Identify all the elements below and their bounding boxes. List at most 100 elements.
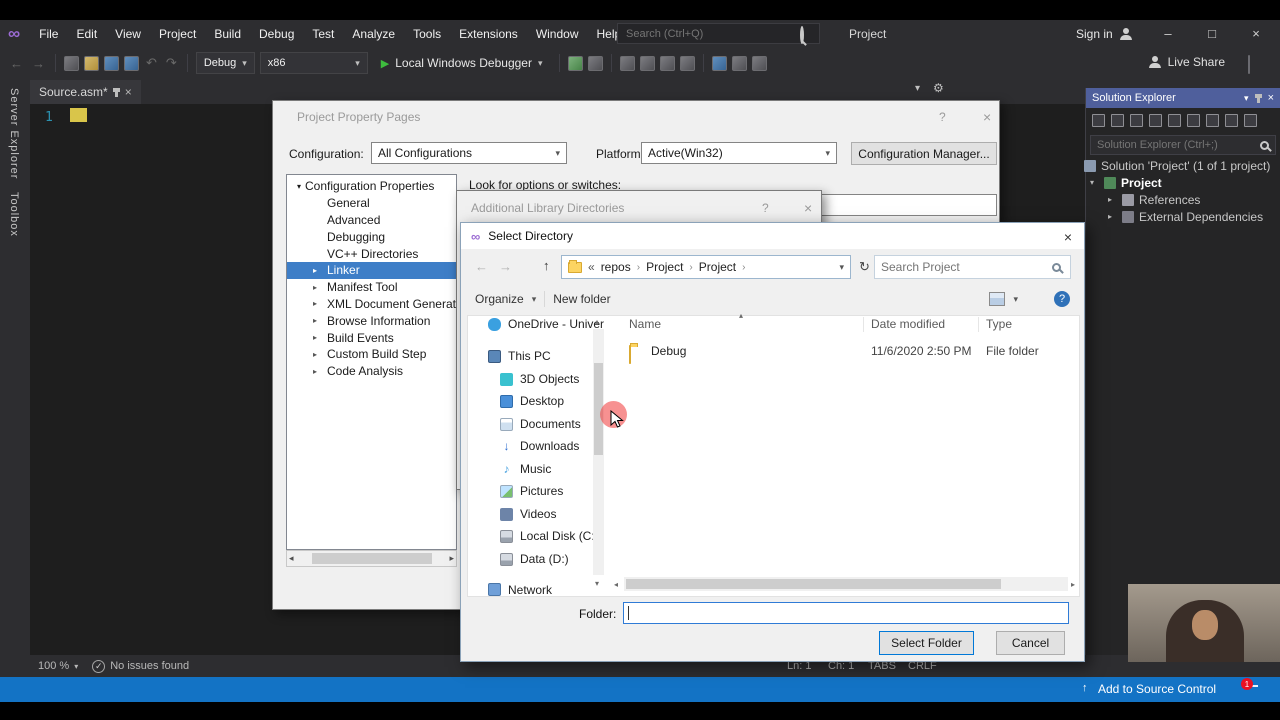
menu-window[interactable]: Window (527, 20, 588, 48)
bookmark-icon[interactable] (711, 55, 727, 71)
expanded-icon[interactable]: ▾ (1090, 178, 1099, 187)
menu-project[interactable]: Project (150, 20, 205, 48)
menu-file[interactable]: File (30, 20, 67, 48)
scrollbar-thumb[interactable] (311, 553, 432, 564)
tree-node-configuration-properties[interactable]: ▾ Configuration Properties (287, 178, 456, 195)
tree-node-manifest-tool[interactable]: ▸ Manifest Tool (287, 279, 456, 296)
collapsed-icon[interactable]: ▸ (313, 283, 317, 292)
close-button[interactable]: × (1234, 20, 1278, 48)
pin-icon[interactable] (1254, 93, 1262, 103)
navigate-forward-icon[interactable]: → (30, 56, 47, 71)
toolbox-tab[interactable]: Toolbox (8, 192, 20, 237)
outdent-icon[interactable] (679, 55, 695, 71)
close-dialog-icon[interactable]: × (1064, 229, 1072, 245)
change-view-icon[interactable] (989, 292, 1006, 306)
collapsed-icon[interactable]: ▸ (313, 367, 317, 376)
back-icon[interactable] (1092, 114, 1105, 127)
redo-icon[interactable]: ↷ (164, 55, 179, 71)
refresh-icon[interactable]: ↻ (859, 259, 870, 275)
configuration-dropdown[interactable]: All Configurations ▾ (371, 142, 567, 164)
quick-search-input[interactable] (617, 23, 820, 44)
folder-input[interactable] (623, 602, 1069, 624)
up-one-level-icon[interactable]: ↑ (543, 258, 550, 273)
collapsed-icon[interactable]: ▸ (313, 316, 317, 325)
collapsed-icon[interactable]: ▸ (1108, 195, 1117, 204)
attach-process-icon[interactable] (567, 55, 583, 71)
project-node[interactable]: ▾ Project (1086, 174, 1280, 191)
address-breadcrumb[interactable]: « repos › Project › Project › ▾ (561, 255, 851, 279)
menu-edit[interactable]: Edit (67, 20, 106, 48)
gear-icon[interactable]: ⚙ (933, 81, 944, 95)
document-tab[interactable]: Source.asm* × (30, 80, 141, 104)
collapsed-icon[interactable]: ▸ (313, 333, 317, 342)
platform-dropdown[interactable]: Active(Win32) ▾ (641, 142, 837, 164)
tree-node-debugging[interactable]: Debugging (287, 228, 456, 245)
feedback-icon[interactable] (1248, 55, 1250, 74)
close-dialog-icon[interactable]: × (804, 200, 812, 216)
forward-icon[interactable]: → (499, 259, 512, 274)
collapsed-icon[interactable]: ▸ (313, 266, 317, 275)
new-project-icon[interactable] (64, 55, 79, 71)
nav-item-desktop[interactable]: Desktop (500, 394, 564, 408)
properties-icon[interactable] (1244, 114, 1257, 127)
nav-item-this-pc[interactable]: This PC (488, 349, 551, 363)
solution-node[interactable]: Solution 'Project' (1 of 1 project) (1080, 157, 1280, 174)
expanded-icon[interactable]: ▾ (297, 182, 301, 191)
solution-explorer-header[interactable]: Solution Explorer ▾ × (1086, 88, 1280, 108)
close-dialog-icon[interactable]: × (983, 109, 991, 125)
collapsed-icon[interactable]: ▸ (1108, 212, 1117, 221)
add-to-source-control-button[interactable]: Add to Source Control (1098, 682, 1216, 696)
cancel-button[interactable]: Cancel (996, 631, 1065, 655)
zoom-level[interactable]: 100 % (38, 660, 69, 672)
nav-item-data-d[interactable]: Data (D:) (500, 552, 569, 566)
menu-analyze[interactable]: Analyze (343, 20, 404, 48)
breadcrumb-overflow-icon[interactable]: « (588, 260, 595, 274)
nav-item-downloads[interactable]: ↓ Downloads (500, 439, 580, 453)
nav-item-documents[interactable]: Documents (500, 417, 581, 431)
switch-views-icon[interactable] (1130, 114, 1143, 127)
breadcrumb-project[interactable]: Project (646, 260, 683, 274)
menu-test[interactable]: Test (303, 20, 343, 48)
pending-changes-filter-icon[interactable] (1149, 114, 1162, 127)
nav-item-3d-objects[interactable]: 3D Objects (500, 372, 579, 386)
save-all-icon[interactable] (124, 55, 139, 71)
nav-item-music[interactable]: ♪ Music (500, 462, 552, 476)
tree-node-browse-information[interactable]: ▸ Browse Information (287, 312, 456, 329)
scrollbar-thumb[interactable] (626, 579, 1001, 589)
menu-view[interactable]: View (106, 20, 150, 48)
menu-tools[interactable]: Tools (404, 20, 450, 48)
home-icon[interactable] (1111, 114, 1124, 127)
configuration-manager-button[interactable]: Configuration Manager... (851, 142, 997, 165)
start-debugging-button[interactable]: ▶ Local Windows Debugger ▾ (373, 52, 551, 74)
collapse-all-icon[interactable] (1206, 114, 1219, 127)
solution-search-box[interactable] (1090, 135, 1276, 155)
scroll-right-icon[interactable]: ▸ (449, 553, 454, 564)
minimize-button[interactable]: – (1146, 20, 1190, 48)
nav-item-onedrive[interactable]: OneDrive - Univer (488, 317, 604, 331)
undo-icon[interactable]: ↶ (144, 55, 159, 71)
live-share-button[interactable]: Live Share (1148, 55, 1225, 69)
pin-icon[interactable] (112, 87, 120, 97)
uncomment-icon[interactable] (639, 55, 655, 71)
navigate-back-icon[interactable]: ← (8, 56, 25, 71)
solution-platform-dropdown[interactable]: x86 ▾ (259, 52, 368, 74)
scroll-right-icon[interactable]: ▸ (1071, 580, 1075, 589)
search-input[interactable] (875, 260, 1052, 274)
help-icon[interactable]: ? (1054, 291, 1070, 307)
screenshot-icon[interactable] (587, 55, 603, 71)
back-icon[interactable]: ← (475, 259, 488, 274)
indent-icon[interactable] (659, 55, 675, 71)
nav-item-videos[interactable]: Videos (500, 507, 556, 521)
references-node[interactable]: ▸ References (1086, 191, 1280, 208)
nav-item-network[interactable]: Network (488, 582, 552, 597)
scroll-down-icon[interactable]: ▾ (595, 579, 599, 588)
close-panel-icon[interactable]: × (1268, 92, 1274, 104)
close-tab-icon[interactable]: × (125, 85, 132, 99)
menu-debug[interactable]: Debug (250, 20, 303, 48)
solution-search-input[interactable] (1091, 139, 1260, 151)
tree-node-advanced[interactable]: Advanced (287, 212, 456, 229)
organize-button[interactable]: Organize (475, 292, 524, 306)
maximize-button[interactable]: □ (1190, 20, 1234, 48)
menu-extensions[interactable]: Extensions (450, 20, 527, 48)
scroll-up-icon[interactable]: ▴ (595, 317, 599, 326)
